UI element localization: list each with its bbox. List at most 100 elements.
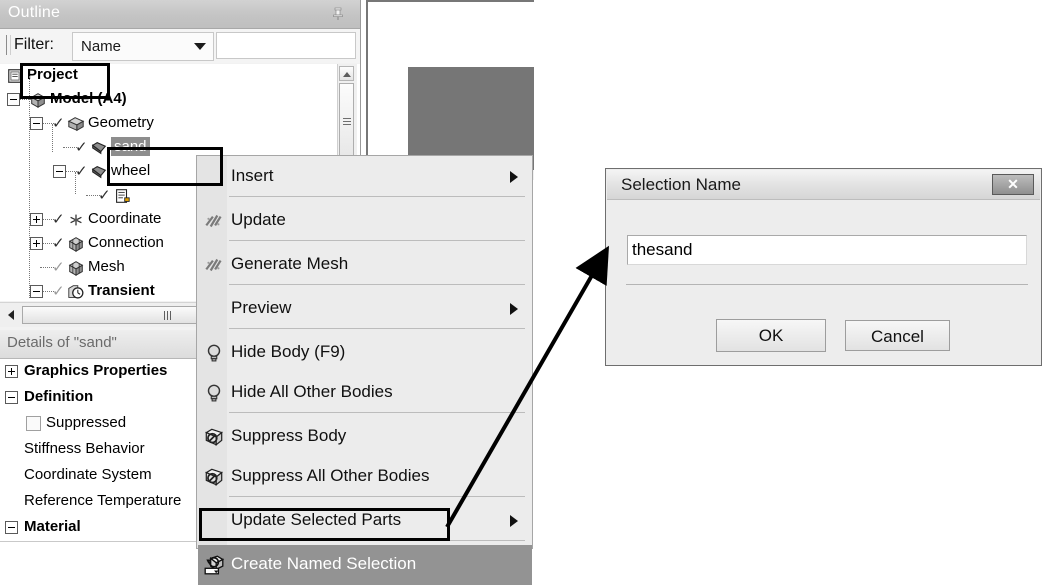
expand-icon[interactable] <box>5 365 18 378</box>
tree-item-geometry[interactable]: ✓ Geometry <box>0 112 360 136</box>
filter-label: Filter: <box>14 36 54 53</box>
details-row[interactable]: Stiffness Behavior <box>0 437 200 464</box>
collapse-icon[interactable] <box>30 117 43 130</box>
vertical-scrollbar-thumb[interactable] <box>339 83 354 163</box>
tree-item-label: Coordinate <box>88 210 162 227</box>
checkmark-icon: ✓ <box>98 187 111 204</box>
tree-spine <box>52 124 54 152</box>
menu-item-label: Generate Mesh <box>231 254 349 273</box>
collapse-icon[interactable] <box>7 93 20 106</box>
body-icon <box>90 139 108 157</box>
details-row[interactable]: Suppressed <box>0 411 200 438</box>
details-row[interactable]: Definition <box>0 385 200 412</box>
cancel-button-label: Cancel <box>871 327 924 346</box>
details-row-label: Stiffness Behavior <box>24 440 145 457</box>
collapse-icon[interactable] <box>53 165 66 178</box>
selection-name-dialog: Selection Name ✕ thesand OK Cancel <box>605 168 1042 366</box>
menu-item-label: Hide All Other Bodies <box>231 382 393 401</box>
tree-item-label: Mesh <box>88 258 125 275</box>
submenu-arrow-icon <box>510 515 518 527</box>
menu-item-label: Suppress Body <box>231 426 347 445</box>
mesh-icon <box>67 259 85 277</box>
tree-spine <box>29 76 31 298</box>
bulb-icon <box>203 382 225 404</box>
menu-item-label: Create Named Selection <box>231 554 417 573</box>
menu-item-create-named-selection[interactable]: Create Named Selection <box>198 545 532 585</box>
dialog-titlebar[interactable]: Selection Name ✕ <box>607 170 1040 200</box>
details-row-label: Definition <box>24 388 94 405</box>
transient-icon <box>67 283 85 301</box>
context-menu: Insert Update Generate Mesh Preview Hide Bod… <box>196 155 533 585</box>
suppressed-checkbox[interactable] <box>26 416 41 431</box>
details-row[interactable]: Material <box>0 515 200 542</box>
filter-combo[interactable]: Name <box>72 32 214 61</box>
selection-name-input[interactable]: thesand <box>627 235 1027 265</box>
tree-item-label: Geometry <box>88 114 154 131</box>
expand-icon[interactable] <box>30 213 43 226</box>
details-row-label: Graphics Properties <box>24 362 168 379</box>
menu-item-label: Insert <box>231 166 274 185</box>
menu-separator <box>229 412 525 413</box>
details-row-label: Suppressed <box>46 414 127 431</box>
menu-item-label: Suppress All Other Bodies <box>231 466 430 485</box>
bulb-icon <box>203 342 225 364</box>
details-row[interactable]: Graphics Properties <box>0 359 200 386</box>
menu-item-suppress-all-other-bodies[interactable]: Suppress All Other Bodies <box>198 457 532 497</box>
outline-titlebar: Outline <box>0 0 360 29</box>
menu-item-preview[interactable]: Preview <box>198 289 532 329</box>
filter-input[interactable] <box>216 32 356 59</box>
update-icon <box>203 254 225 276</box>
menu-item-label: Hide Body (F9) <box>231 342 346 361</box>
chevron-down-icon <box>194 43 206 50</box>
menu-item-insert[interactable]: Insert <box>198 157 532 197</box>
checkmark-icon: ✓ <box>52 235 65 252</box>
suppress-icon <box>203 426 225 448</box>
details-title: Details of "sand" <box>7 334 117 351</box>
close-icon[interactable]: ✕ <box>992 174 1034 195</box>
menu-item-generate-mesh[interactable]: Generate Mesh <box>198 245 532 285</box>
menu-item-hide-all-other-bodies[interactable]: Hide All Other Bodies <box>198 373 532 413</box>
pin-icon[interactable] <box>330 6 346 22</box>
checkmark-icon: ✓ <box>52 211 65 228</box>
menu-item-label: Update <box>231 210 286 229</box>
expand-icon[interactable] <box>30 237 43 250</box>
menu-separator <box>229 328 525 329</box>
named-selection-icon <box>203 554 225 576</box>
page-title: Outline <box>8 4 61 21</box>
details-titlebar: Details of "sand" <box>0 330 200 359</box>
panel-drag-handle[interactable] <box>6 35 11 55</box>
dialog-title: Selection Name <box>621 175 742 194</box>
scroll-up-icon[interactable] <box>339 66 354 81</box>
tree-item-label: Connection <box>88 234 164 251</box>
tree-spine <box>75 172 77 194</box>
menu-item-label: Preview <box>231 298 292 317</box>
cancel-button[interactable]: Cancel <box>845 320 950 351</box>
ok-button[interactable]: OK <box>716 319 826 352</box>
checkmark-icon: ✓ <box>75 139 88 156</box>
filter-combo-value: Name <box>81 38 122 55</box>
details-row-label: Reference Temperature <box>24 492 182 509</box>
selection-name-input-value: thesand <box>632 240 693 259</box>
checkmark-icon: ✓ <box>52 259 65 276</box>
details-row[interactable]: Reference Temperature <box>0 489 200 516</box>
collapse-icon[interactable] <box>30 285 43 298</box>
collapse-icon[interactable] <box>5 391 18 404</box>
selection-name-input-highlight-box <box>20 63 110 99</box>
checkmark-icon: ✓ <box>52 283 65 300</box>
menu-item-hide-body-f9[interactable]: Hide Body (F9) <box>198 333 532 373</box>
menu-item-suppress-body[interactable]: Suppress Body <box>198 417 532 457</box>
menu-item-update[interactable]: Update <box>198 201 532 241</box>
body-icon <box>90 163 108 181</box>
ok-button-label: OK <box>758 326 784 345</box>
details-row[interactable]: Coordinate System <box>0 463 200 490</box>
submenu-arrow-icon <box>510 171 518 183</box>
details-panel: Details of "sand" Graphics Properties Def… <box>0 330 200 549</box>
menu-separator <box>229 240 525 241</box>
close-glyph: ✕ <box>1007 176 1019 192</box>
collapse-icon[interactable] <box>5 521 18 534</box>
filter-row: Filter: Name <box>0 29 360 63</box>
menu-separator <box>229 284 525 285</box>
details-row-label: Coordinate System <box>24 466 152 483</box>
scroll-left-icon[interactable] <box>3 306 19 323</box>
coordinate-icon <box>67 211 85 229</box>
